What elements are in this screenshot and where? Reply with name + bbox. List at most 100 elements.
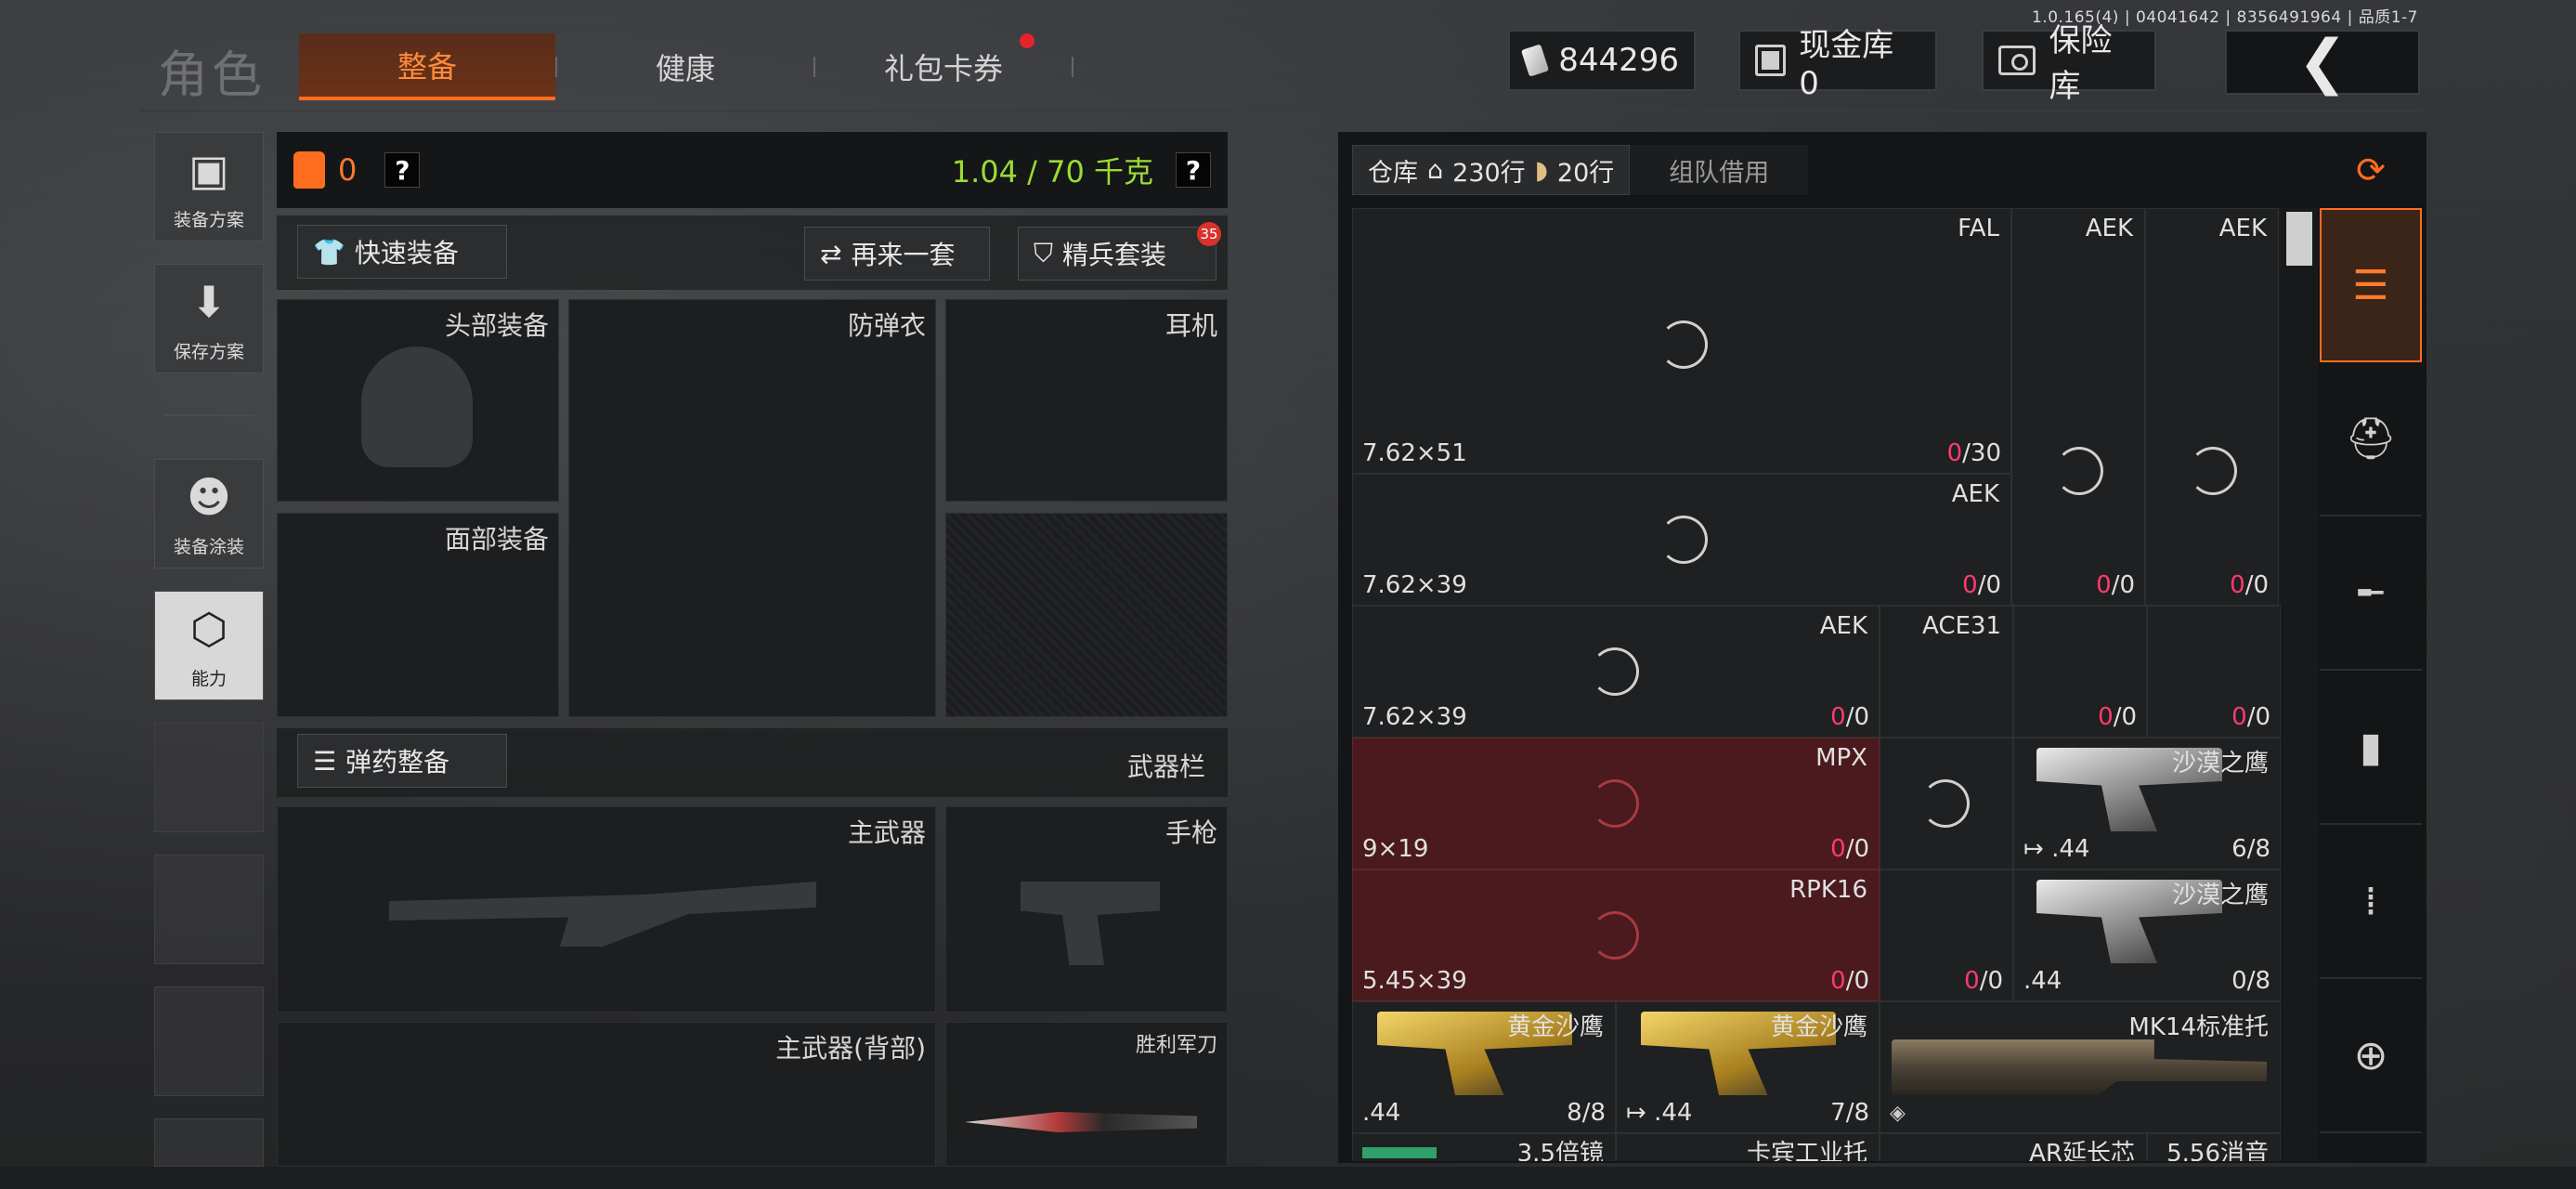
inventory-item[interactable] <box>1880 738 2013 869</box>
item-caliber: 7.62×39 <box>1362 571 1467 599</box>
slot-label: 主武器 <box>847 817 926 848</box>
item-name: 黄金沙鹰 <box>1770 1013 1867 1041</box>
inventory-item[interactable]: 卡宾工业托 <box>1616 1133 1880 1161</box>
tab-gift-voucher[interactable]: 礼包卡券 <box>815 33 1072 100</box>
count-current: 0 <box>1946 439 1963 467</box>
slot-primary-weapon-back[interactable]: 主武器(背部) <box>277 1022 936 1167</box>
download-icon: ⬇ <box>190 276 228 327</box>
inventory-scrollbar[interactable] <box>2281 208 2318 1161</box>
sidebar-item-save-plan[interactable]: ⬇ 保存方案 <box>154 264 264 373</box>
sidebar-item-skin[interactable]: ☻ 装备涂装 <box>154 459 264 568</box>
slot-primary-weapon[interactable]: 主武器 <box>277 806 936 1013</box>
item-caliber: ↦ .44 <box>2023 835 2089 863</box>
caliber-text: .44 <box>1654 1099 1693 1127</box>
item-name: 黄金沙鹰 <box>1506 1013 1604 1041</box>
quick-equip-button[interactable]: 👕 快速装备 <box>297 225 507 279</box>
tab-equip[interactable]: 整备 <box>299 33 555 100</box>
inventory-item[interactable]: RPK16 5.45×39 0/0 <box>1352 869 1880 1001</box>
armor-count: 0 <box>338 152 358 188</box>
inventory-item[interactable]: 沙漠之鹰 .44 0/8 <box>2013 869 2281 1001</box>
inventory-item[interactable]: 黄金沙鹰 ↦ .44 7/8 <box>1616 1001 1880 1133</box>
item-name: 3.5倍镜 <box>1516 1140 1604 1161</box>
layers-all-icon[interactable]: ☰ <box>2320 208 2422 362</box>
ammo-prep-button[interactable]: ☰ 弹药整备 <box>297 734 507 788</box>
sidebar-item-label: 能力 <box>190 669 227 689</box>
item-count: 0/0 <box>2098 703 2137 731</box>
button-label: 快速装备 <box>354 238 459 268</box>
safe-button[interactable]: 保险库 <box>1982 22 2156 105</box>
inventory-item[interactable]: 0/0 <box>2013 606 2147 738</box>
inventory-item[interactable]: AEK 0/0 <box>2011 208 2145 606</box>
sidebar-item-label: 装备方案 <box>173 210 244 230</box>
inventory-item[interactable]: MPX 9×19 0/0 <box>1352 738 1880 869</box>
helmet-icon[interactable]: ⛑ <box>2320 362 2422 516</box>
loading-spinner-icon <box>1659 320 1708 369</box>
tab-health[interactable]: 健康 <box>557 33 813 100</box>
count-current: 0 <box>1830 967 1846 995</box>
tab-team-borrow[interactable]: 组队借用 <box>1630 145 1809 195</box>
slot-vest[interactable]: 防弹衣 <box>568 299 936 717</box>
back-button[interactable]: ❮ <box>2225 28 2420 97</box>
inventory-item[interactable]: ACE31 <box>1880 606 2013 738</box>
count-current: 0 <box>2098 703 2114 731</box>
count-current: 0 <box>2096 571 2112 599</box>
item-name: AEK <box>2085 215 2133 242</box>
slot-face[interactable]: 面部装备 <box>277 513 559 717</box>
inventory-item[interactable]: MK14标准托 ◈ <box>1880 1001 2281 1133</box>
tab-label: 仓库 <box>1368 158 1418 188</box>
inventory-item[interactable]: AEK 7.62×39 0/0 <box>1352 474 2011 606</box>
count-current: 0 <box>2231 703 2247 731</box>
tab-warehouse[interactable]: 仓库 ⌂ 230行 ◗ 20行 <box>1352 145 1631 195</box>
item-count: 0/0 <box>1962 571 2001 599</box>
inventory-item[interactable]: 5.56消音 <box>2147 1133 2281 1161</box>
scope-icon[interactable]: ⊕ <box>2320 979 2422 1133</box>
rifle-icon[interactable]: ╾ <box>2320 516 2422 671</box>
count-badge: 35 <box>1197 222 1221 246</box>
inventory-item[interactable]: FAL 7.62×51 0/30 <box>1352 208 2011 474</box>
slot-pistol[interactable]: 手枪 <box>945 806 1228 1013</box>
loading-spinner-icon <box>1591 911 1639 960</box>
item-name: MK14标准托 <box>2128 1013 2269 1041</box>
item-count: 6/8 <box>2231 835 2270 863</box>
weight-help-button[interactable]: ? <box>1176 152 1211 188</box>
slot-knife[interactable]: 胜利军刀 <box>945 1022 1228 1167</box>
cash-vault-button[interactable]: 现金库 0 <box>1738 27 1937 102</box>
helmet-ghost-icon <box>361 346 473 467</box>
help-button[interactable]: ? <box>384 152 421 188</box>
scroll-thumb[interactable] <box>2286 212 2312 266</box>
button-label: 精兵套装 <box>1062 240 1167 270</box>
count-rest: /0 <box>1845 835 1869 863</box>
inventory-item[interactable]: 0/0 <box>2147 606 2281 738</box>
slot-locked <box>945 513 1228 717</box>
slot-headset[interactable]: 耳机 <box>945 299 1228 502</box>
inventory-item[interactable]: 3.5倍镜 <box>1352 1133 1616 1161</box>
inventory-item[interactable]: 沙漠之鹰 ↦ .44 6/8 <box>2013 738 2281 869</box>
ammo-icon[interactable]: ⁞ <box>2320 825 2422 979</box>
sidebar-item-label: 保存方案 <box>173 342 244 362</box>
item-count: 0/30 <box>1947 439 2001 467</box>
item-count: 0/0 <box>2231 703 2270 731</box>
slot-head[interactable]: 头部装备 <box>277 299 559 502</box>
item-count: 0/0 <box>1830 703 1869 731</box>
equip-arrow-icon: ↦ <box>2023 835 2052 863</box>
count-current: 0 <box>1964 967 1980 995</box>
item-caliber: 5.45×39 <box>1362 967 1467 995</box>
inventory-item[interactable]: 黄金沙鹰 .44 8/8 <box>1352 1001 1616 1133</box>
button-label: 再来一套 <box>851 240 956 270</box>
inventory-item[interactable]: AEK 0/0 <box>2145 208 2279 606</box>
inventory-item[interactable]: AR延长芯 <box>1880 1133 2147 1161</box>
sidebar-item-ability[interactable]: ⬡ 能力 <box>154 591 264 700</box>
count-rest: /30 <box>1962 439 2001 467</box>
count-current: 0 <box>1962 571 1978 599</box>
inventory-item[interactable]: AEK 7.62×39 0/0 <box>1352 606 1880 738</box>
stack-refresh-icon[interactable]: ⟳ <box>2320 132 2422 208</box>
loading-spinner-icon <box>2189 447 2237 495</box>
sidebar-item-loadout-plan[interactable]: ▣ 装备方案 <box>154 132 264 242</box>
again-button[interactable]: ⇄ 再来一套 <box>804 227 990 281</box>
inventory-tabs: 仓库 ⌂ 230行 ◗ 20行 组队借用 <box>1352 145 1809 195</box>
sidebar-empty-slot <box>154 986 264 1096</box>
inventory-item[interactable]: 0/0 <box>1880 869 2013 1001</box>
magazine-icon[interactable]: ▮ <box>2320 671 2422 825</box>
elite-set-button[interactable]: ⛉ 精兵套装 35 <box>1018 222 1221 281</box>
item-name: AEK <box>2218 215 2267 242</box>
